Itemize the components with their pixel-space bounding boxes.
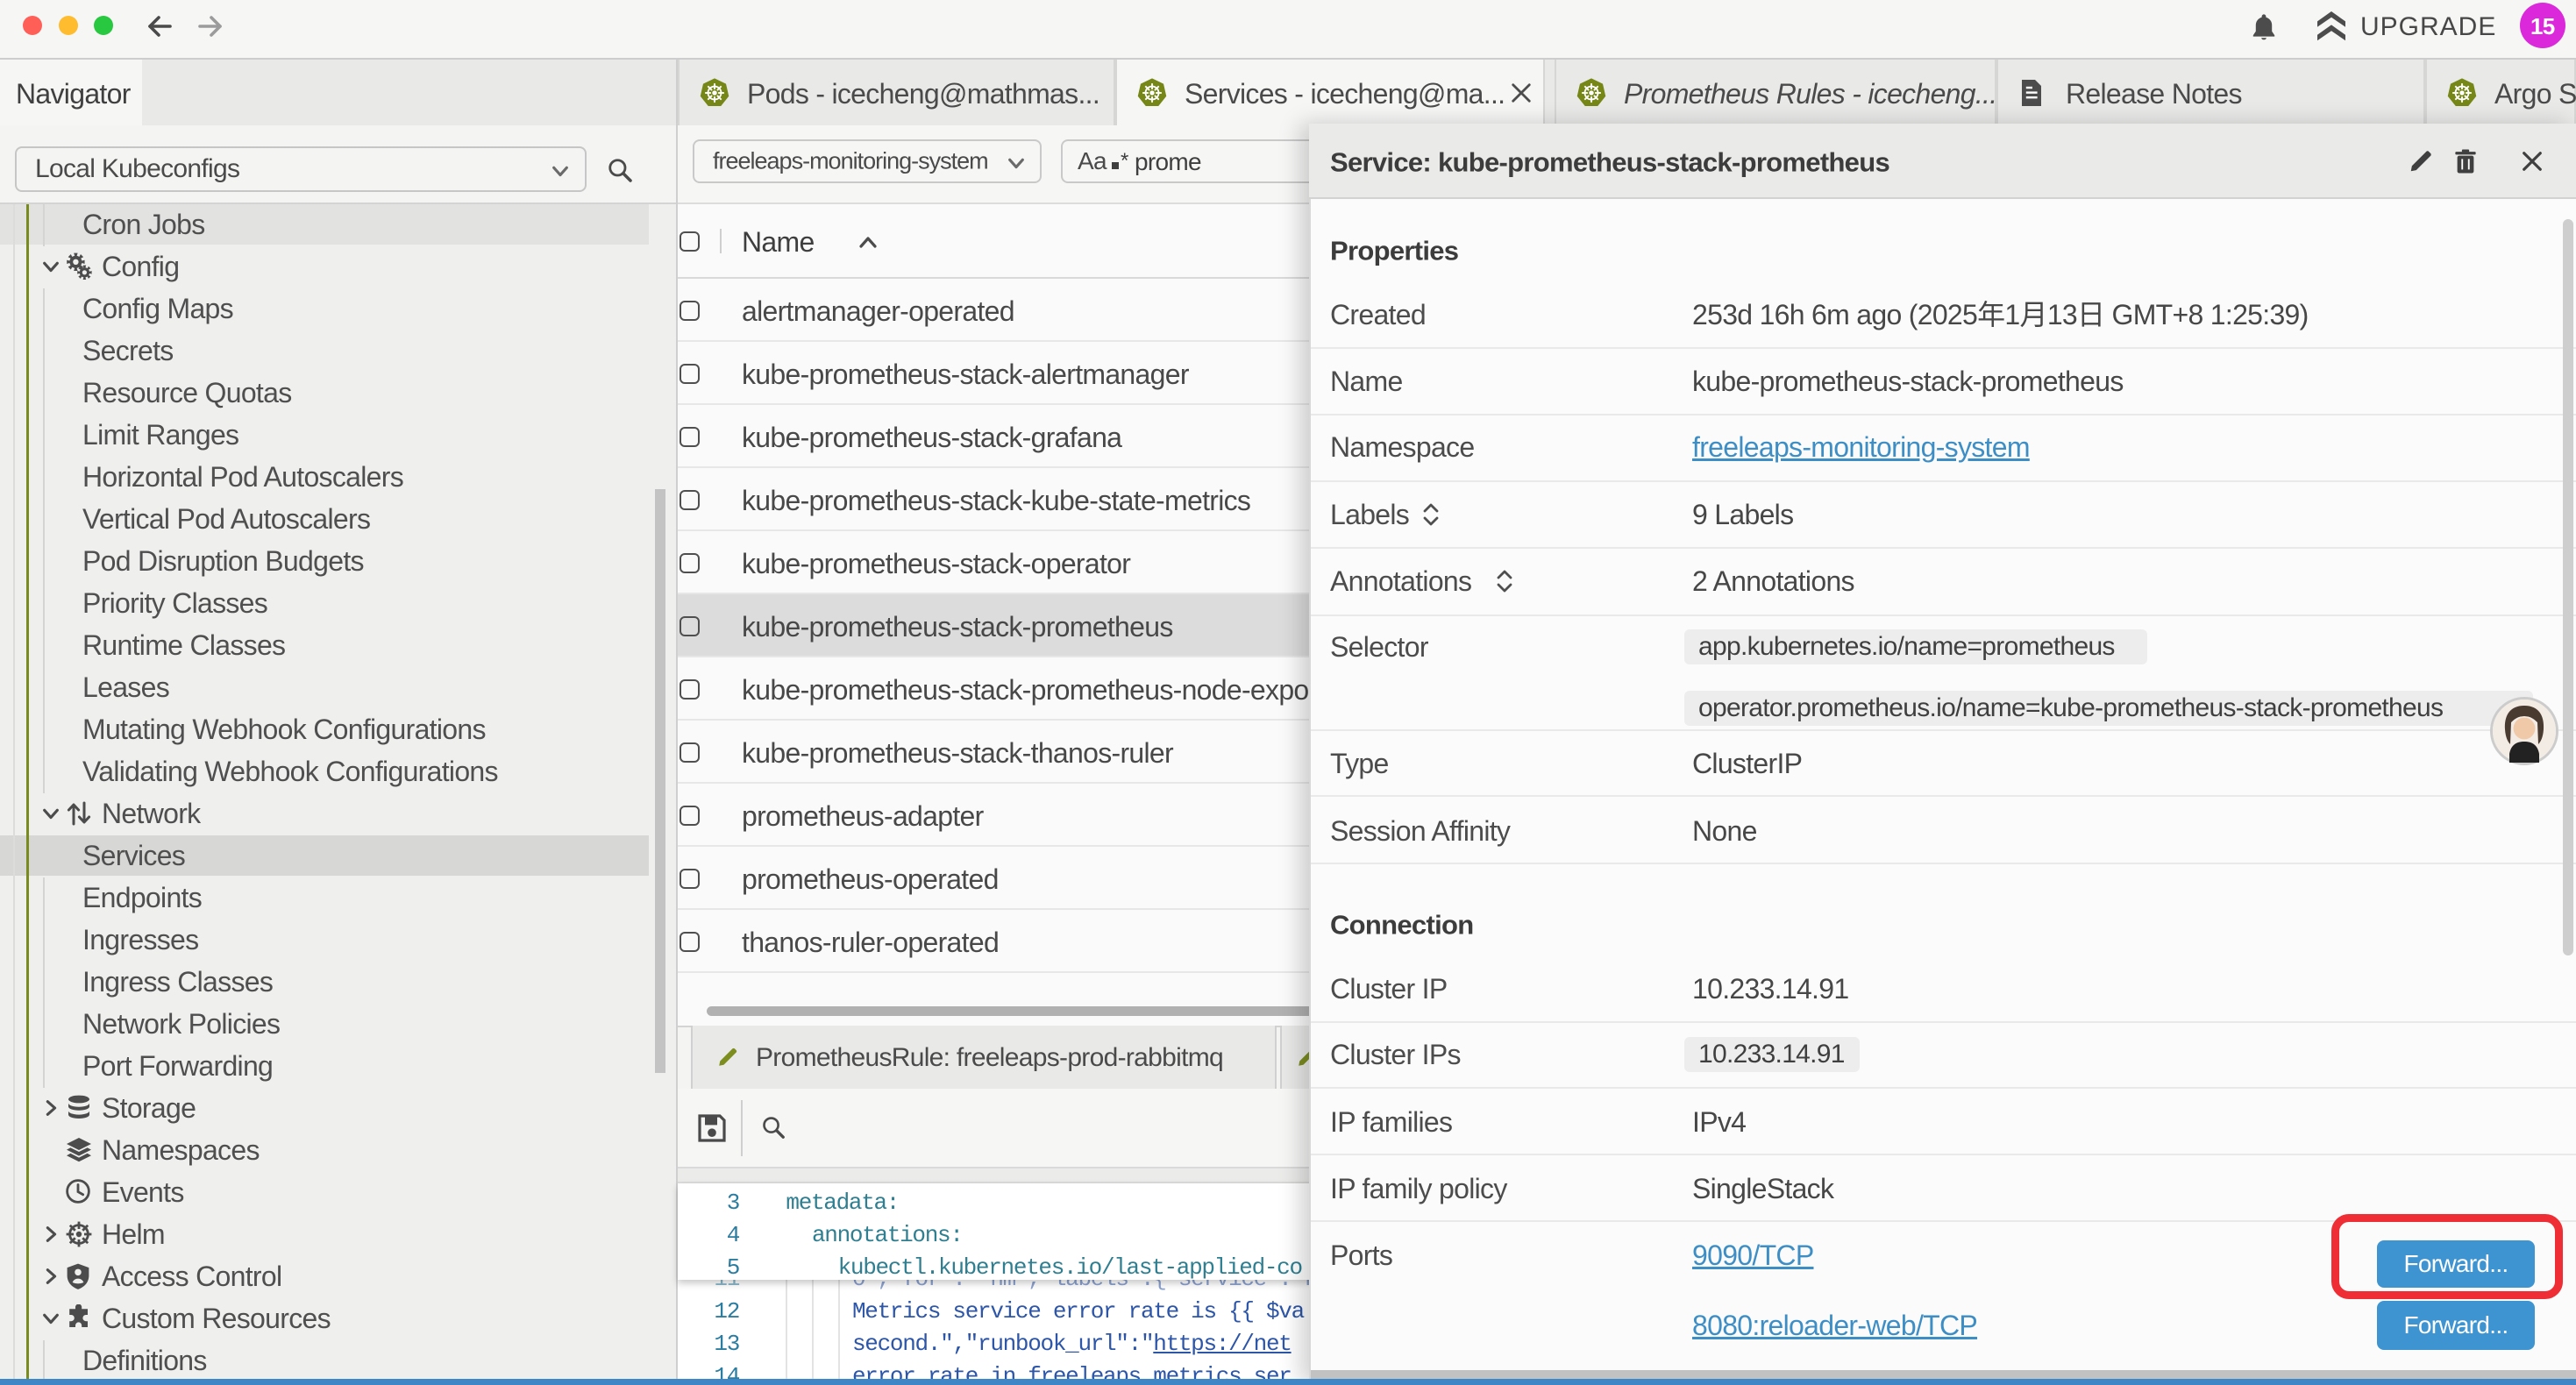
svg-text:*: * xyxy=(1121,152,1128,173)
